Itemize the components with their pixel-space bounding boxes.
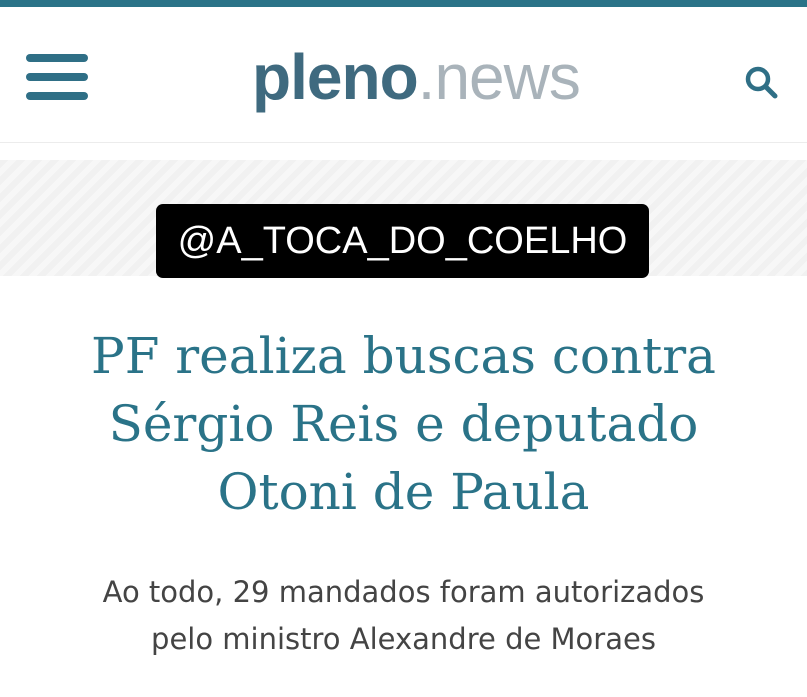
article-headline: PF realiza buscas contra Sérgio Reis e d… — [20, 322, 787, 526]
logo-brand: pleno — [252, 41, 419, 113]
article-subtitle: Ao todo, 29 mandados foram autorizados p… — [40, 569, 767, 663]
search-button[interactable] — [742, 63, 782, 103]
headline-line: Otoni de Paula — [217, 463, 590, 521]
search-icon — [745, 66, 778, 99]
subtitle-line: Ao todo, 29 mandados foram autorizados — [102, 575, 705, 609]
watermark-label: @A_TOCA_DO_COELHO — [156, 204, 649, 278]
menu-button[interactable] — [26, 54, 90, 100]
logo-tld: .news — [417, 41, 581, 113]
headline-line: PF realiza buscas contra — [91, 327, 716, 385]
site-header: pleno.news — [0, 7, 807, 143]
site-logo[interactable]: pleno.news — [252, 37, 581, 127]
top-accent-bar — [0, 0, 807, 7]
headline-line: Sérgio Reis e deputado — [108, 395, 699, 453]
watermark-text: @A_TOCA_DO_COELHO — [177, 219, 628, 262]
subtitle-line: pelo ministro Alexandre de Moraes — [151, 622, 656, 656]
